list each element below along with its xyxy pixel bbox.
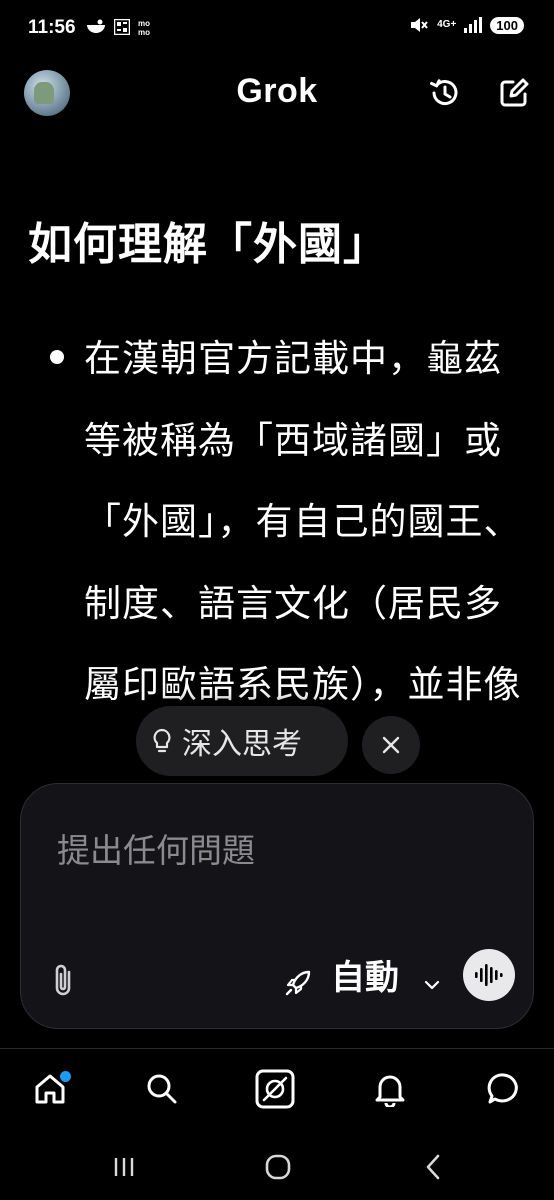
paperclip-icon [55, 964, 71, 996]
voice-wave-icon [475, 964, 503, 986]
recents-icon [114, 1158, 134, 1176]
history-button[interactable] [427, 76, 461, 110]
dismiss-suggestion-button[interactable] [362, 716, 420, 774]
new-chat-button[interactable] [497, 76, 531, 110]
home-circle-icon [265, 1154, 291, 1180]
svg-text:mo: mo [138, 28, 150, 36]
bell-icon [375, 1075, 405, 1107]
history-icon [430, 79, 458, 106]
qr-icon [114, 19, 130, 35]
bullet-text: 在漢朝官方記載中，龜茲等被稱為「西域諸國」或「外國」，有自己的國王、制度、語言文… [84, 337, 522, 706]
battery-indicator: 100 [490, 16, 524, 34]
signal-icon [464, 17, 483, 33]
status-right: 4G+ 100 [409, 16, 524, 34]
nav-grok[interactable] [255, 1069, 295, 1109]
app-header: Grok [0, 58, 554, 128]
network-type: 4G+ [437, 19, 457, 30]
nav-notifications[interactable] [370, 1069, 410, 1109]
mode-selector-label[interactable]: 自動 [331, 950, 399, 999]
chat-icon [487, 1073, 518, 1104]
attach-button[interactable] [47, 960, 81, 1000]
close-icon [382, 736, 400, 754]
composer: 自動 [20, 783, 534, 1029]
system-navigation-bar [0, 1134, 554, 1200]
svg-text:mo: mo [138, 19, 150, 28]
status-left-icons: mo mo [86, 18, 160, 36]
edit-icon [500, 78, 529, 107]
bowl-icon [87, 19, 105, 33]
rocket-icon[interactable] [283, 966, 315, 998]
voice-mode-button[interactable] [463, 949, 515, 1001]
notification-dot [60, 1071, 71, 1082]
search-icon [147, 1074, 177, 1104]
status-bar: 11:56 mo mo 4G+ 100 [0, 0, 554, 58]
recents-button[interactable] [104, 1150, 144, 1184]
bottom-nav [0, 1048, 554, 1135]
section-heading: 如何理解「外國」 [28, 219, 388, 270]
nav-search[interactable] [142, 1069, 182, 1109]
app-title: Grok [236, 72, 318, 110]
back-button[interactable] [414, 1150, 454, 1184]
lightbulb-icon [153, 728, 171, 753]
grok-icon [255, 1069, 295, 1109]
nav-messages[interactable] [484, 1069, 524, 1109]
chevron-down-icon[interactable] [421, 978, 443, 992]
momo-icon: mo mo [138, 19, 150, 36]
mute-icon [411, 18, 428, 32]
chat-content[interactable]: 如何理解「外國」 在漢朝官方記載中，龜茲等被稱為「西域諸國」或「外國」，有自己的… [0, 128, 554, 788]
deep-think-button[interactable]: 深入思考 [136, 706, 348, 776]
status-time: 11:56 [28, 17, 76, 38]
bullet-dot [50, 350, 64, 364]
message-input[interactable] [57, 826, 497, 874]
home-system-button[interactable] [258, 1150, 298, 1184]
deep-think-label: 深入思考 [182, 727, 302, 762]
back-icon [426, 1154, 440, 1180]
